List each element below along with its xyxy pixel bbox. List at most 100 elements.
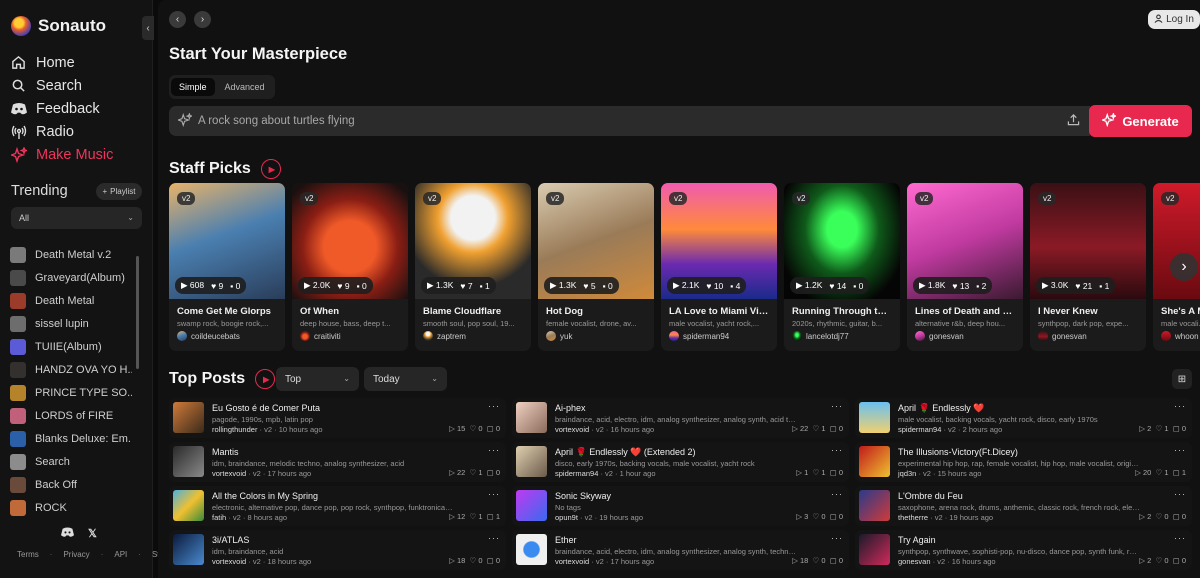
post-row[interactable]: Try Again synthpop, synthwave, sophisti-…: [855, 530, 1192, 570]
tab-simple[interactable]: Simple: [171, 78, 215, 96]
nav-item-search[interactable]: Search: [10, 74, 113, 97]
collapse-sidebar-button[interactable]: ‹: [142, 16, 154, 40]
song-card[interactable]: v2 ▶ 608 ♥ 9 ▪ 0 Come Get Me Glorps swam…: [169, 183, 285, 351]
post-thumbnail[interactable]: [859, 446, 890, 477]
tab-advanced[interactable]: Advanced: [217, 78, 273, 96]
card-user[interactable]: gonesvan: [907, 328, 1023, 341]
nav-item-feedback[interactable]: Feedback: [10, 97, 113, 120]
post-title[interactable]: Mantis: [212, 447, 239, 457]
post-row[interactable]: Eu Gosto é de Comer Puta pagode, 1990s, …: [169, 398, 506, 438]
period-select[interactable]: Today ⌄: [364, 367, 447, 391]
more-options-icon[interactable]: ···: [488, 401, 500, 411]
song-card[interactable]: v2 ▶ 1.2K ♥ 14 ▪ 0 Running Through the..…: [784, 183, 900, 351]
post-user[interactable]: vortexvoid: [555, 425, 589, 434]
song-card[interactable]: v2 ▶ 2.0K ♥ 9 ▪ 0 Of When deep house, ba…: [292, 183, 408, 351]
post-user[interactable]: vortexvoid: [212, 557, 246, 566]
card-title[interactable]: LA Love to Miami Vic...: [661, 299, 777, 317]
trending-item[interactable]: Search: [10, 450, 132, 473]
post-title[interactable]: L'Ombre du Feu: [898, 491, 963, 501]
more-options-icon[interactable]: ···: [831, 445, 843, 455]
post-row[interactable]: L'Ombre du Feu saxophone, arena rock, dr…: [855, 486, 1192, 526]
post-thumbnail[interactable]: [516, 402, 547, 433]
trending-item[interactable]: sissel lupin: [10, 312, 132, 335]
post-title[interactable]: April 🌹 Endlessly ❤️ (Extended 2): [555, 447, 695, 458]
prompt-input[interactable]: A rock song about turtles flying: [169, 106, 1090, 136]
nav-item-make-music[interactable]: Make Music: [10, 143, 113, 166]
post-user[interactable]: thetherre: [898, 513, 928, 522]
post-thumbnail[interactable]: [173, 534, 204, 565]
post-thumbnail[interactable]: [516, 534, 547, 565]
card-user[interactable]: lancelotdj77: [784, 328, 900, 341]
post-thumbnail[interactable]: [516, 490, 547, 521]
post-thumbnail[interactable]: [173, 402, 204, 433]
logo[interactable]: Sonauto: [11, 16, 106, 36]
post-title[interactable]: The Illusions-Victory(Ft.Dicey): [898, 447, 1018, 457]
nav-item-home[interactable]: Home: [10, 51, 113, 74]
card-user[interactable]: yuk: [538, 328, 654, 341]
card-artwork[interactable]: v2 ▶ 1.3K ♥ 7 ▪ 1: [415, 183, 531, 299]
card-title[interactable]: Lines of Death and Pl...: [907, 299, 1023, 317]
upload-icon[interactable]: [1067, 113, 1080, 129]
more-options-icon[interactable]: ···: [488, 489, 500, 499]
post-row[interactable]: 3i/ATLAS idm, braindance, acid vortexvoi…: [169, 530, 506, 570]
card-title[interactable]: She's A M...: [1153, 299, 1200, 317]
card-artwork[interactable]: v2 ▶ 3.0K ♥ 21 ▪ 1: [1030, 183, 1146, 299]
post-title[interactable]: Eu Gosto é de Comer Puta: [212, 403, 320, 413]
post-user[interactable]: gonesvan: [898, 557, 931, 566]
card-user[interactable]: craitiviti: [292, 328, 408, 341]
carousel-next-button[interactable]: ›: [1170, 253, 1198, 281]
trending-item[interactable]: Blanks Deluxe: Em...: [10, 427, 132, 450]
back-button[interactable]: ‹: [169, 11, 186, 28]
login-button[interactable]: Log In: [1148, 10, 1200, 29]
song-card[interactable]: v2 ▶ 1.3K ♥ 5 ▪ 0 Hot Dog female vocalis…: [538, 183, 654, 351]
post-row[interactable]: The Illusions-Victory(Ft.Dicey) experime…: [855, 442, 1192, 482]
post-title[interactable]: Ether: [555, 535, 577, 545]
post-title[interactable]: Sonic Skyway: [555, 491, 611, 501]
post-user[interactable]: vortexvoid: [555, 557, 589, 566]
post-row[interactable]: All the Colors in My Spring electronic, …: [169, 486, 506, 526]
post-row[interactable]: April 🌹 Endlessly ❤️ (Extended 2) disco,…: [512, 442, 849, 482]
song-card[interactable]: v2 ▶ 3.0K ♥ 21 ▪ 1 I Never Knew synthpop…: [1030, 183, 1146, 351]
grid-view-toggle[interactable]: ⊞: [1172, 369, 1192, 389]
post-thumbnail[interactable]: [859, 490, 890, 521]
post-user[interactable]: opun9t: [555, 513, 578, 522]
footer-link-terms[interactable]: Terms: [17, 550, 39, 559]
more-options-icon[interactable]: ···: [488, 445, 500, 455]
card-user[interactable]: zaptrem: [415, 328, 531, 341]
post-title[interactable]: April 🌹 Endlessly ❤️: [898, 403, 984, 414]
post-row[interactable]: Sonic Skyway No tags opun9t · v2 · 19 ho…: [512, 486, 849, 526]
post-title[interactable]: Try Again: [898, 535, 936, 545]
more-options-icon[interactable]: ···: [1174, 445, 1186, 455]
card-title[interactable]: I Never Knew: [1030, 299, 1146, 317]
card-user[interactable]: gonesvan: [1030, 328, 1146, 341]
post-user[interactable]: rollingthunder: [212, 425, 257, 434]
card-artwork[interactable]: v2: [1153, 183, 1200, 299]
new-playlist-button[interactable]: + Playlist: [96, 183, 142, 200]
trending-scrollbar[interactable]: [136, 256, 139, 369]
post-thumbnail[interactable]: [516, 446, 547, 477]
card-artwork[interactable]: v2 ▶ 1.3K ♥ 5 ▪ 0: [538, 183, 654, 299]
trending-item[interactable]: TUIIE(Album): [10, 335, 132, 358]
generate-button[interactable]: Generate: [1089, 105, 1192, 137]
trending-item[interactable]: ROCK: [10, 496, 132, 519]
post-row[interactable]: Mantis idm, braindance, melodic techno, …: [169, 442, 506, 482]
song-card[interactable]: v2 ▶ 1.8K ♥ 13 ▪ 2 Lines of Death and Pl…: [907, 183, 1023, 351]
trending-filter-select[interactable]: All ⌄: [11, 207, 142, 229]
post-thumbnail[interactable]: [173, 490, 204, 521]
post-thumbnail[interactable]: [859, 402, 890, 433]
trending-item[interactable]: Death Metal: [10, 289, 132, 312]
more-options-icon[interactable]: ···: [1174, 489, 1186, 499]
post-user[interactable]: spiderman94: [898, 425, 941, 434]
forward-button[interactable]: ›: [194, 11, 211, 28]
more-options-icon[interactable]: ···: [831, 489, 843, 499]
more-options-icon[interactable]: ···: [1174, 401, 1186, 411]
card-title[interactable]: Come Get Me Glorps: [169, 299, 285, 317]
trending-item[interactable]: Death Metal v.2: [10, 243, 132, 266]
post-thumbnail[interactable]: [859, 534, 890, 565]
play-top-posts-button[interactable]: ▶: [255, 369, 276, 389]
post-row[interactable]: Ether braindance, acid, electro, idm, an…: [512, 530, 849, 570]
nav-item-radio[interactable]: Radio: [10, 120, 113, 143]
more-options-icon[interactable]: ···: [488, 533, 500, 543]
post-title[interactable]: Ai-phex: [555, 403, 586, 413]
trending-item[interactable]: PRINCE TYPE SO...: [10, 381, 132, 404]
